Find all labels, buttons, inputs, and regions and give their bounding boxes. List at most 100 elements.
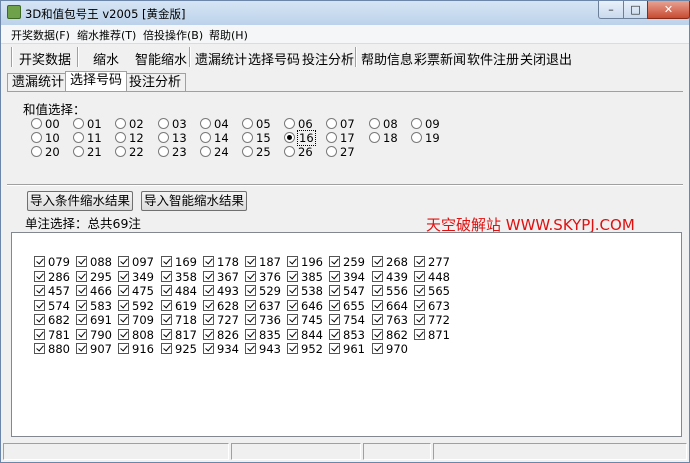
checkbox-box bbox=[76, 271, 87, 282]
toolbar-exit-button[interactable]: 关闭退出 bbox=[520, 49, 572, 68]
radio-label: 21 bbox=[87, 145, 102, 159]
toolbar-separator bbox=[11, 47, 13, 67]
checkbox-box bbox=[287, 285, 298, 296]
checkbox-label: 448 bbox=[428, 270, 450, 284]
radio-label: 25 bbox=[256, 145, 271, 159]
checkbox-box bbox=[34, 329, 45, 340]
radio-circle bbox=[115, 118, 126, 129]
radio-label: 22 bbox=[129, 145, 144, 159]
checkbox-box bbox=[118, 314, 129, 325]
checkbox-label: 529 bbox=[259, 284, 281, 298]
checkbox-box bbox=[34, 256, 45, 267]
checkbox-box bbox=[414, 271, 425, 282]
radio-circle bbox=[73, 132, 84, 143]
menu-draw-data[interactable]: 开奖数据(F) bbox=[11, 27, 70, 43]
checkbox-box bbox=[34, 343, 45, 354]
checkbox-label: 790 bbox=[90, 328, 112, 342]
toolbar-lottery-news-button[interactable]: 彩票新闻 bbox=[414, 49, 466, 68]
checkbox-box bbox=[414, 285, 425, 296]
toolbar-draw-data-button[interactable]: 开奖数据 bbox=[19, 49, 71, 68]
checkbox-label: 673 bbox=[428, 299, 450, 313]
tab-miss-stats[interactable]: 遗漏统计 bbox=[7, 73, 70, 91]
checkbox-box bbox=[118, 329, 129, 340]
status-bar bbox=[1, 441, 689, 462]
minimize-button[interactable]: – bbox=[598, 1, 624, 19]
radio-circle bbox=[31, 118, 42, 129]
import-smart-shrink-button[interactable]: 导入智能缩水结果 bbox=[141, 191, 247, 211]
checkbox-label: 187 bbox=[259, 255, 281, 269]
checkbox-box bbox=[372, 300, 383, 311]
checkbox-box bbox=[414, 300, 425, 311]
checkbox-box bbox=[203, 271, 214, 282]
checkbox-box bbox=[34, 314, 45, 325]
checkbox-box bbox=[245, 329, 256, 340]
checkbox-label: 484 bbox=[175, 284, 197, 298]
checkbox-label: 439 bbox=[386, 270, 408, 284]
radio-label: 15 bbox=[256, 131, 271, 145]
checkbox-label: 538 bbox=[301, 284, 323, 298]
radio-label: 05 bbox=[256, 117, 271, 131]
section-divider bbox=[7, 184, 683, 186]
radio-label: 19 bbox=[425, 131, 440, 145]
maximize-button[interactable]: □ bbox=[623, 1, 648, 19]
checkbox-box bbox=[203, 314, 214, 325]
import-condition-shrink-button[interactable]: 导入条件缩水结果 bbox=[27, 191, 133, 211]
tab-bet-analysis[interactable]: 投注分析 bbox=[124, 73, 187, 91]
radio-label: 20 bbox=[45, 145, 60, 159]
menu-multiple-bet[interactable]: 倍投操作(B) bbox=[143, 27, 203, 43]
close-button[interactable]: ✕ bbox=[647, 1, 690, 19]
checkbox-box bbox=[245, 256, 256, 267]
checkbox-box bbox=[245, 300, 256, 311]
toolbar-smart-shrink-button[interactable]: 智能缩水 bbox=[135, 49, 187, 68]
checkbox-label: 826 bbox=[217, 328, 239, 342]
radio-label: 18 bbox=[383, 131, 398, 145]
checkbox-label: 916 bbox=[132, 342, 154, 356]
checkbox-box bbox=[245, 271, 256, 282]
radio-circle bbox=[284, 146, 295, 157]
tab-strip: 遗漏统计 选择号码 投注分析 bbox=[7, 71, 690, 91]
checkbox-label: 493 bbox=[217, 284, 239, 298]
checkbox-box bbox=[76, 300, 87, 311]
radio-circle bbox=[73, 118, 84, 129]
radio-label: 06 bbox=[298, 117, 313, 131]
checkbox-label: 961 bbox=[343, 342, 365, 356]
checkbox-box bbox=[287, 314, 298, 325]
radio-label: 17 bbox=[340, 131, 355, 145]
checkbox-box bbox=[161, 329, 172, 340]
checkbox-box bbox=[372, 256, 383, 267]
radio-label: 09 bbox=[425, 117, 440, 131]
checkbox-box bbox=[34, 300, 45, 311]
toolbar-bet-analysis-button[interactable]: 投注分析 bbox=[302, 49, 354, 68]
checkbox-label: 835 bbox=[259, 328, 281, 342]
toolbar: 开奖数据 缩水 智能缩水 遗漏统计 选择号码 投注分析 帮助信息 彩票新闻 软件… bbox=[5, 45, 689, 69]
checkbox-box bbox=[329, 285, 340, 296]
checkbox-label: 547 bbox=[343, 284, 365, 298]
checkbox-label: 367 bbox=[217, 270, 239, 284]
checkbox-label: 376 bbox=[259, 270, 281, 284]
title-bar[interactable]: 3D和值包号王 v2005 [黄金版] – □ ✕ bbox=[1, 1, 690, 25]
toolbar-miss-stats-button[interactable]: 遗漏统计 bbox=[195, 49, 247, 68]
checkbox-label: 664 bbox=[386, 299, 408, 313]
menu-shrink-recommend[interactable]: 缩水推荐(T) bbox=[77, 27, 136, 43]
toolbar-separator bbox=[189, 47, 191, 67]
checkbox-box bbox=[161, 271, 172, 282]
radio-circle bbox=[200, 118, 211, 129]
checkbox-box bbox=[203, 300, 214, 311]
radio-circle bbox=[369, 132, 380, 143]
menu-help[interactable]: 帮助(H) bbox=[209, 27, 248, 43]
app-window: 3D和值包号王 v2005 [黄金版] – □ ✕ 开奖数据(F) 缩水推荐(T… bbox=[0, 0, 690, 463]
toolbar-shrink-button[interactable]: 缩水 bbox=[93, 49, 119, 68]
toolbar-register-button[interactable]: 软件注册 bbox=[467, 49, 519, 68]
checkbox-label: 646 bbox=[301, 299, 323, 313]
radio-label: 12 bbox=[129, 131, 144, 145]
tab-select-numbers[interactable]: 选择号码 bbox=[65, 71, 128, 91]
checkbox-box bbox=[161, 314, 172, 325]
checkbox-label: 943 bbox=[259, 342, 281, 356]
radio-label: 07 bbox=[340, 117, 355, 131]
toolbar-help-info-button[interactable]: 帮助信息 bbox=[361, 49, 413, 68]
radio-circle bbox=[200, 146, 211, 157]
toolbar-select-numbers-button[interactable]: 选择号码 bbox=[248, 49, 300, 68]
radio-circle bbox=[326, 132, 337, 143]
checkbox-label: 466 bbox=[90, 284, 112, 298]
checkbox-box bbox=[372, 314, 383, 325]
